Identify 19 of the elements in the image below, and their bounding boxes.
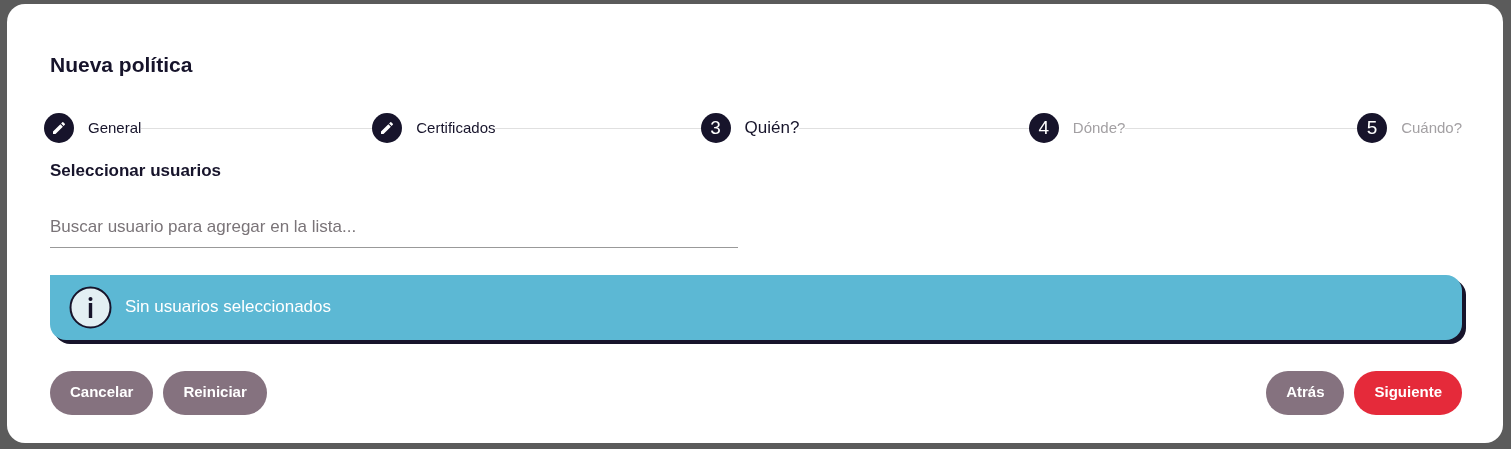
pencil-icon [51,120,67,136]
section-title: Seleccionar usuarios [50,160,223,182]
step-number: 4 [1028,113,1059,143]
step-label: Certificados [416,117,496,138]
alert-message: Sin usuarios seleccionados [125,296,331,319]
action-button[interactable]: Reiniciar [163,370,267,415]
step-label: Cuándo? [1401,117,1462,138]
dialog-title: Nueva política [50,52,194,78]
step-label: Dónde? [1072,117,1126,138]
info-icon [69,285,112,329]
step-number: 3 [700,113,731,143]
pencil-icon [379,120,396,136]
action-button[interactable]: Cancelar [50,370,154,415]
action-button[interactable]: Siguiente [1354,370,1462,415]
step-number: 5 [1357,113,1388,143]
step-label: General [88,117,142,138]
search-field[interactable]: Buscar usuario para agregar en la lista... [50,207,738,248]
step-label: Quién? [744,117,800,140]
action-button[interactable]: Atrás [1266,370,1345,415]
